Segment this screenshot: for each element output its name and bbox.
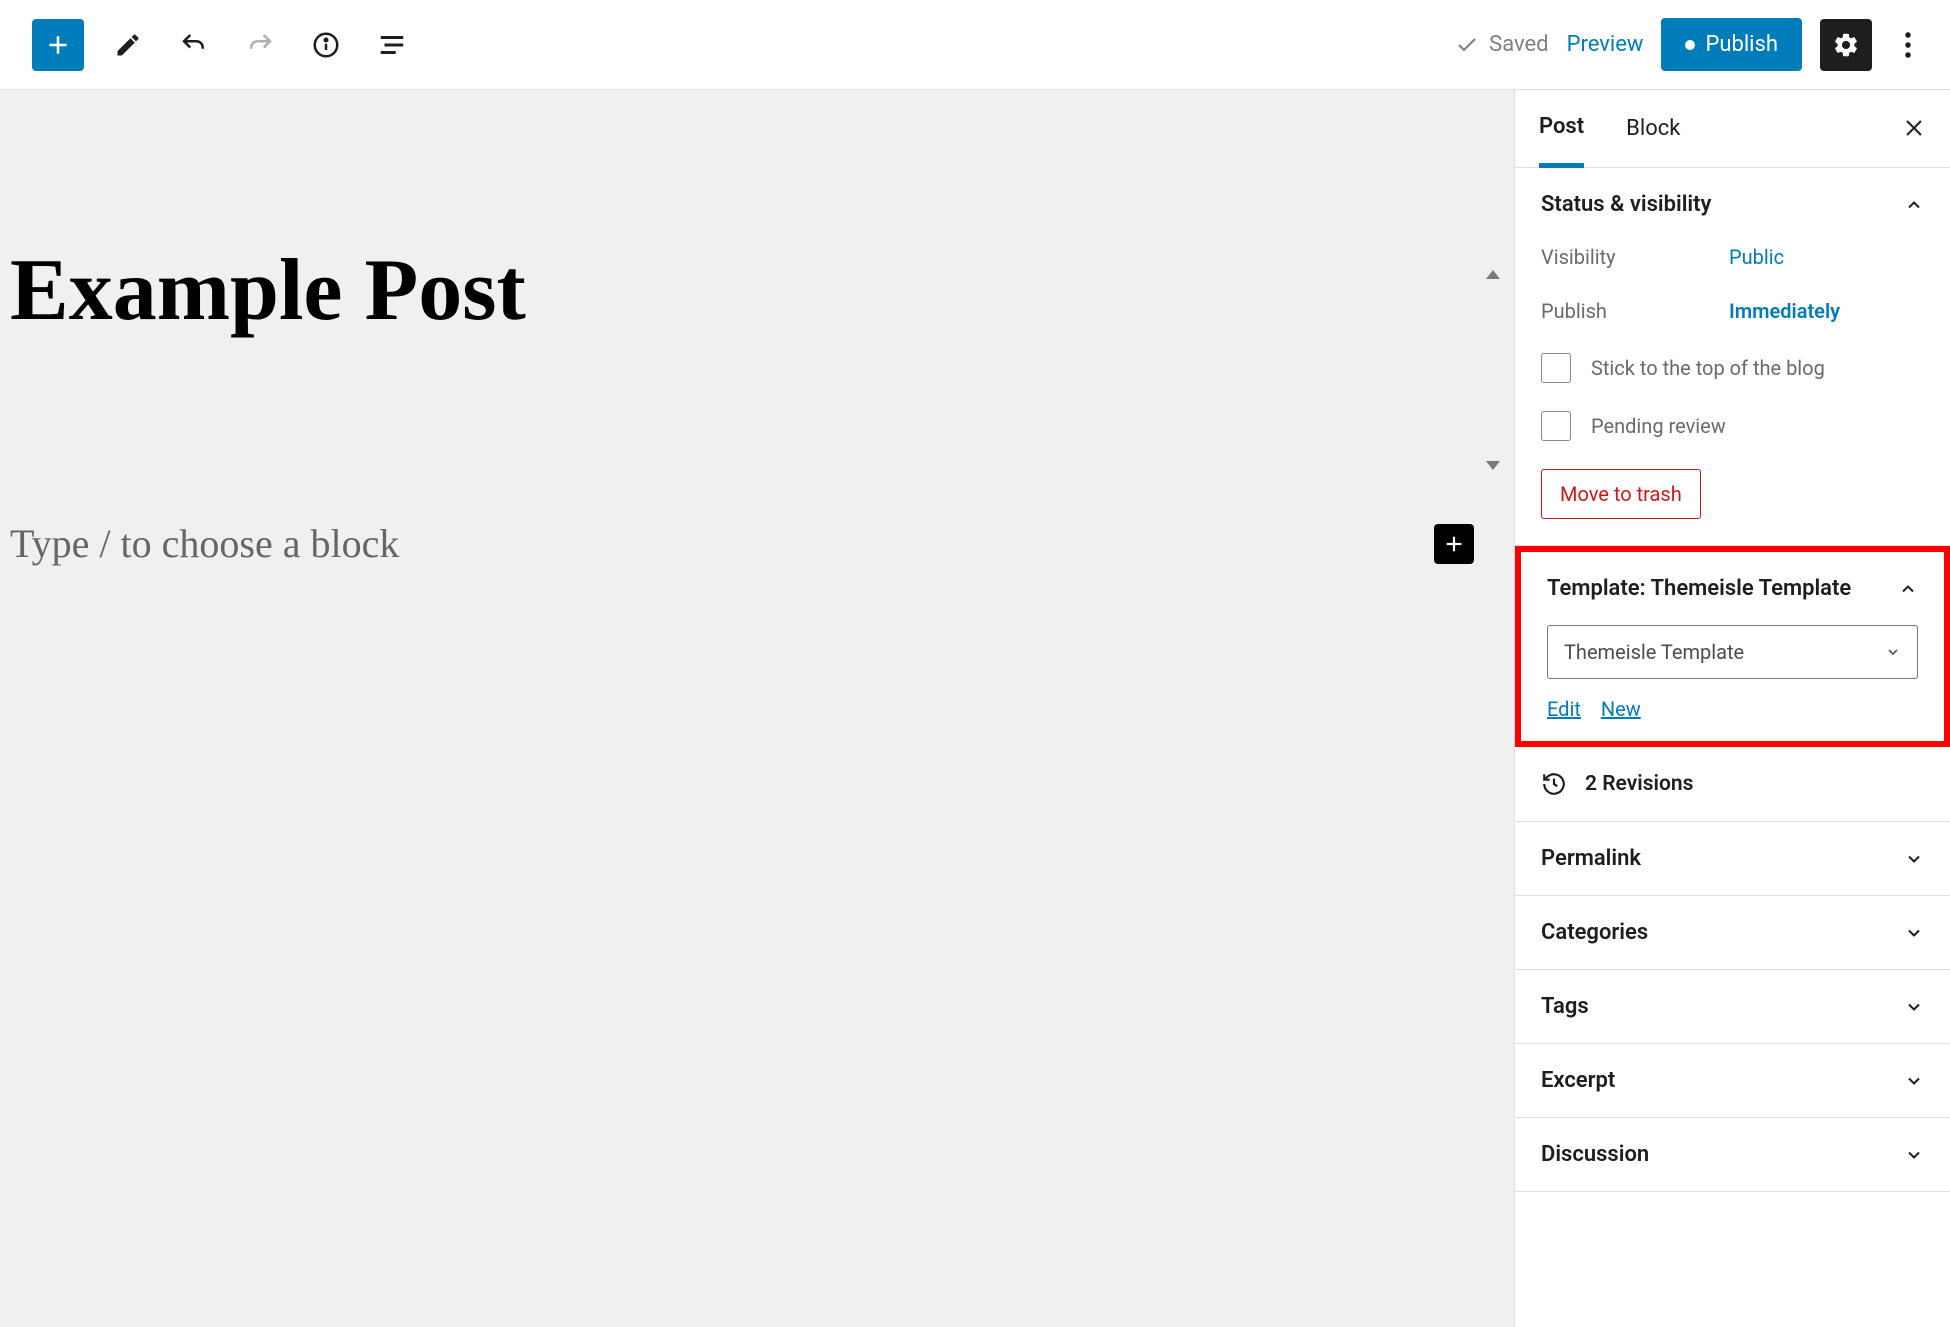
chevron-down-icon: [1904, 923, 1924, 943]
publish-label: Publish: [1541, 299, 1729, 323]
discussion-panel: Discussion: [1515, 1118, 1950, 1192]
toolbar-right: Saved Preview Publish: [1455, 18, 1926, 71]
panel-title: Tags: [1541, 994, 1589, 1019]
details-button[interactable]: [304, 23, 348, 67]
list-view-icon: [377, 30, 407, 60]
post-title-input[interactable]: Example Post: [10, 240, 526, 341]
permalink-header[interactable]: Permalink: [1515, 822, 1950, 895]
panel-title: Excerpt: [1541, 1068, 1615, 1093]
status-dot-icon: [1685, 40, 1695, 50]
close-sidebar-button[interactable]: [1902, 116, 1926, 140]
editor-canvas[interactable]: Example Post Type / to choose a block: [0, 90, 1514, 1327]
panel-title: Template: Themeisle Template: [1547, 576, 1851, 601]
outline-button[interactable]: [370, 23, 414, 67]
visibility-label: Visibility: [1541, 245, 1729, 269]
template-new-link[interactable]: New: [1601, 697, 1641, 721]
visibility-value[interactable]: Public: [1729, 245, 1784, 269]
block-placeholder-text[interactable]: Type / to choose a block: [10, 520, 399, 567]
discussion-header[interactable]: Discussion: [1515, 1118, 1950, 1191]
gear-icon: [1832, 31, 1860, 59]
redo-button[interactable]: [238, 23, 282, 67]
redo-icon: [245, 30, 275, 60]
excerpt-panel: Excerpt: [1515, 1044, 1950, 1118]
chevron-down-icon: [1904, 1071, 1924, 1091]
sticky-label: Stick to the top of the blog: [1591, 356, 1825, 380]
move-to-trash-button[interactable]: Move to trash: [1541, 469, 1701, 519]
template-edit-link[interactable]: Edit: [1547, 697, 1581, 721]
plus-icon: [1443, 533, 1465, 555]
template-links: Edit New: [1547, 697, 1918, 721]
tags-header[interactable]: Tags: [1515, 970, 1950, 1043]
kebab-icon: [1904, 30, 1912, 60]
inline-add-block-button[interactable]: [1434, 524, 1474, 564]
chevron-up-icon: [1904, 195, 1924, 215]
panel-title: Status & visibility: [1541, 192, 1711, 217]
status-visibility-header[interactable]: Status & visibility: [1515, 168, 1950, 241]
pending-checkbox-row: Pending review: [1541, 411, 1924, 441]
tools-button[interactable]: [106, 23, 150, 67]
template-panel: Template: Themeisle Template Themeisle T…: [1515, 546, 1950, 747]
top-toolbar: Saved Preview Publish: [0, 0, 1950, 90]
undo-icon: [179, 30, 209, 60]
template-select[interactable]: Themeisle Template: [1547, 625, 1918, 679]
saved-label: Saved: [1489, 32, 1548, 57]
template-panel-header[interactable]: Template: Themeisle Template: [1521, 552, 1944, 625]
excerpt-header[interactable]: Excerpt: [1515, 1044, 1950, 1117]
chevron-up-icon: [1898, 579, 1918, 599]
more-options-button[interactable]: [1890, 19, 1926, 71]
visibility-row: Visibility Public: [1541, 245, 1924, 269]
pencil-icon: [114, 31, 142, 59]
status-visibility-panel: Status & visibility Visibility Public Pu…: [1515, 168, 1950, 546]
chevron-down-icon: [1904, 849, 1924, 869]
revisions-header[interactable]: 2 Revisions: [1515, 747, 1950, 821]
sticky-checkbox-row: Stick to the top of the blog: [1541, 353, 1924, 383]
triangle-up-icon: [1486, 270, 1500, 279]
panel-title: Permalink: [1541, 846, 1641, 871]
categories-header[interactable]: Categories: [1515, 896, 1950, 969]
settings-sidebar: Post Block Status & visibility Visibilit…: [1514, 90, 1950, 1327]
revisions-count: 2 Revisions: [1585, 772, 1693, 796]
permalink-panel: Permalink: [1515, 822, 1950, 896]
close-icon: [1902, 116, 1926, 140]
tags-panel: Tags: [1515, 970, 1950, 1044]
add-block-button[interactable]: [32, 19, 84, 71]
chevron-down-icon: [1885, 644, 1901, 660]
saved-status: Saved: [1455, 32, 1548, 57]
toolbar-left: [32, 19, 414, 71]
publish-value[interactable]: Immediately: [1729, 299, 1840, 323]
sticky-checkbox[interactable]: [1541, 353, 1571, 383]
info-icon: [311, 30, 341, 60]
block-placeholder-row: Type / to choose a block: [10, 520, 1474, 567]
sidebar-tabs: Post Block: [1515, 90, 1950, 168]
scroll-indicator: [1482, 270, 1504, 470]
publish-row: Publish Immediately: [1541, 299, 1924, 323]
check-icon: [1455, 33, 1479, 57]
template-select-value: Themeisle Template: [1564, 640, 1744, 664]
history-icon: [1541, 771, 1567, 797]
chevron-down-icon: [1904, 1145, 1924, 1165]
plus-icon: [45, 32, 71, 58]
panel-title: Categories: [1541, 920, 1648, 945]
pending-checkbox[interactable]: [1541, 411, 1571, 441]
preview-button[interactable]: Preview: [1567, 32, 1644, 57]
publish-button[interactable]: Publish: [1661, 18, 1802, 71]
main-area: Example Post Type / to choose a block Po…: [0, 90, 1950, 1327]
revisions-panel: 2 Revisions: [1515, 747, 1950, 822]
settings-toggle-button[interactable]: [1820, 19, 1872, 71]
pending-label: Pending review: [1591, 414, 1726, 438]
publish-label: Publish: [1705, 32, 1778, 57]
undo-button[interactable]: [172, 23, 216, 67]
chevron-down-icon: [1904, 997, 1924, 1017]
categories-panel: Categories: [1515, 896, 1950, 970]
panel-title: Discussion: [1541, 1142, 1649, 1167]
tab-block[interactable]: Block: [1626, 90, 1680, 167]
triangle-down-icon: [1486, 461, 1500, 470]
tab-post[interactable]: Post: [1539, 91, 1584, 168]
